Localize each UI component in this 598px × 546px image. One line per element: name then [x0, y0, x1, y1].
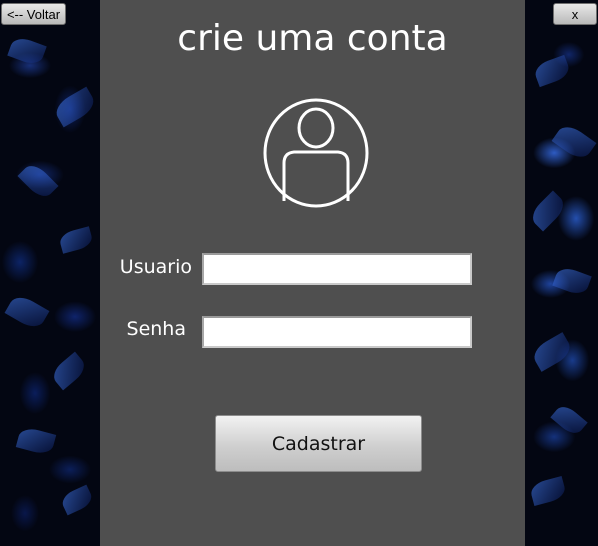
username-input[interactable] — [202, 253, 472, 285]
username-label: Usuario — [119, 256, 192, 278]
close-button[interactable]: x — [553, 3, 597, 25]
back-button[interactable]: <-- Voltar — [1, 3, 66, 25]
signup-panel: crie uma conta Usuario Senha Cadastrar — [100, 0, 525, 546]
password-input[interactable] — [202, 316, 472, 348]
password-label: Senha — [126, 318, 186, 340]
signup-screen: <-- Voltar x crie uma conta Usuario Senh… — [0, 0, 598, 546]
register-button[interactable]: Cadastrar — [215, 415, 422, 472]
page-title: crie uma conta — [177, 18, 448, 59]
background-right-foliage — [525, 0, 598, 546]
background-left-foliage — [0, 0, 100, 546]
user-avatar-icon — [263, 98, 369, 208]
